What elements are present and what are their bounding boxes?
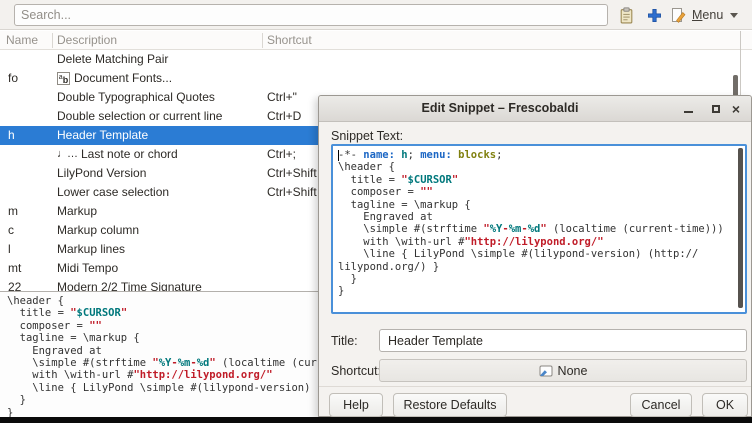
snippet-description: ♩…Last note or chord [57, 147, 178, 161]
title-input[interactable] [379, 329, 747, 352]
column-divider [52, 33, 53, 48]
maximize-button[interactable] [707, 100, 725, 118]
clipboard-icon [618, 7, 635, 24]
minimize-button[interactable] [679, 100, 697, 118]
column-header-name[interactable]: Name [6, 33, 38, 47]
snippet-description: Double Typographical Quotes [57, 90, 215, 104]
snippet-description: Markup column [57, 223, 139, 237]
snippet-shortcut: Ctrl+Shift [267, 185, 317, 199]
dialog-button-row: Help Restore Defaults Cancel OK [319, 386, 751, 418]
snippet-description: Header Template [57, 128, 148, 142]
music-note-icon: ♩… [57, 148, 77, 160]
list-header: Name Description Shortcut [0, 31, 752, 50]
dialog-titlebar[interactable]: Edit Snippet – Frescobaldi × [319, 96, 751, 122]
snippet-text-label: Snippet Text: [331, 129, 403, 143]
table-row[interactable]: fo abDocument Fonts... [0, 69, 752, 88]
snippet-description: Markup lines [57, 242, 125, 256]
title-label: Title: [331, 334, 358, 348]
shortcut-value: None [558, 364, 588, 378]
maximize-icon [712, 105, 720, 113]
snippet-shortcut: Ctrl+Shift [267, 166, 317, 180]
snippet-description: abDocument Fonts... [57, 71, 172, 85]
snippet-description: Modern 2/2 Time Signature [57, 280, 202, 291]
table-row[interactable]: Delete Matching Pair [0, 50, 752, 69]
edit-pencil-icon [670, 7, 686, 23]
add-snippet-button[interactable] [642, 3, 666, 27]
close-button[interactable]: × [727, 100, 745, 118]
list-right-border [740, 31, 741, 95]
paste-snippet-button[interactable] [614, 3, 638, 27]
snippet-description: Markup [57, 204, 97, 218]
snippet-description: Lower case selection [57, 185, 169, 199]
snippet-description: LilyPond Version [57, 166, 146, 180]
snippet-text-editor[interactable]: -*- name: h; menu: blocks;\header { titl… [331, 144, 747, 314]
keyboard-icon [539, 364, 553, 378]
window-bottom-edge [0, 417, 752, 423]
editor-scrollbar[interactable] [738, 148, 743, 308]
minimize-icon [684, 111, 693, 113]
snippet-shortcut: Ctrl+; [267, 147, 296, 161]
snippet-name: mt [8, 261, 21, 275]
column-header-description[interactable]: Description [57, 33, 117, 47]
column-divider [262, 33, 263, 48]
frescobaldi-snippets-window: Menu Name Description Shortcut Delete Ma… [0, 0, 752, 423]
snippets-toolbar: Menu [0, 0, 752, 30]
snippet-name: 22 [8, 280, 21, 291]
edit-snippet-button[interactable] [666, 3, 690, 27]
chevron-down-icon [730, 13, 738, 18]
snippet-description: Delete Matching Pair [57, 52, 168, 66]
restore-defaults-button[interactable]: Restore Defaults [393, 393, 507, 417]
cancel-button[interactable]: Cancel [630, 393, 692, 417]
shortcut-label: Shortcut: [331, 364, 381, 378]
font-icon: ab [57, 72, 70, 85]
search-input[interactable] [14, 4, 608, 26]
edit-snippet-dialog: Edit Snippet – Frescobaldi × Snippet Tex… [318, 95, 752, 417]
snippet-name: fo [8, 71, 18, 85]
snippet-shortcut: Ctrl+" [267, 90, 297, 104]
menu-button[interactable]: Menu [692, 3, 746, 27]
snippet-name: m [8, 204, 18, 218]
column-header-shortcut[interactable]: Shortcut [267, 33, 312, 47]
snippet-description: Double selection or current line [57, 109, 222, 123]
help-button[interactable]: Help [329, 393, 383, 417]
snippet-description: Midi Tempo [57, 261, 118, 275]
plus-icon [647, 8, 662, 23]
snippet-shortcut: Ctrl+D [267, 109, 301, 123]
snippet-name: h [8, 128, 15, 142]
snippet-code: -*- name: h; menu: blocks;\header { titl… [338, 149, 735, 298]
text-cursor [338, 150, 339, 161]
ok-button[interactable]: OK [702, 393, 748, 417]
snippet-name: l [8, 242, 11, 256]
dialog-title: Edit Snippet – Frescobaldi [319, 101, 681, 115]
shortcut-button[interactable]: None [379, 359, 747, 382]
snippet-name: c [8, 223, 14, 237]
